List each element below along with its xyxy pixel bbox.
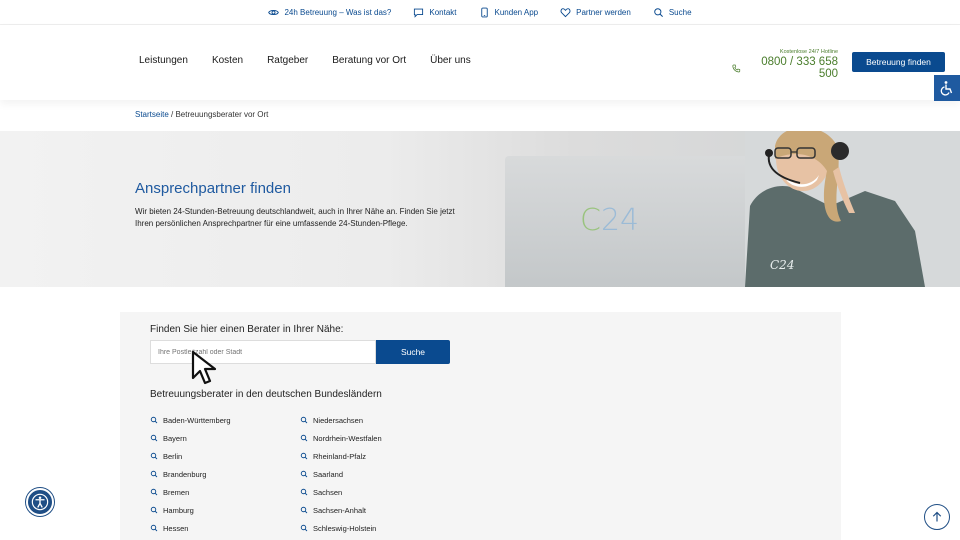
search-icon — [654, 7, 663, 17]
nav-item-ueber-uns[interactable]: Über uns — [430, 55, 471, 66]
state-link-berlin[interactable]: Berlin — [150, 447, 300, 465]
state-link-hessen[interactable]: Hessen — [150, 519, 300, 537]
main-nav: Leistungen Kosten Ratgeber Beratung vor … — [139, 55, 471, 66]
state-label: Brandenburg — [163, 469, 207, 479]
wheelchair-icon — [940, 81, 953, 96]
topbar-item-24h-betreuung[interactable]: 24h Betreuung – Was ist das? — [268, 7, 391, 18]
eye-icon — [268, 9, 280, 15]
topbar-item-label: 24h Betreuung – Was ist das? — [284, 7, 392, 17]
state-link-niedersachsen[interactable]: Niedersachsen — [300, 411, 450, 429]
topbar-item-label: Suche — [668, 7, 692, 17]
breadcrumb-current: Betreuungsberater vor Ort — [175, 110, 269, 119]
search-icon — [150, 470, 158, 478]
state-link-rheinland-pfalz[interactable]: Rheinland-Pfalz — [300, 447, 450, 465]
betreuung-finden-button[interactable]: Betreuung finden — [852, 52, 945, 72]
topbar-item-label: Kontakt — [429, 7, 457, 17]
scroll-to-top-button[interactable] — [924, 504, 950, 530]
search-button[interactable]: Suche — [376, 340, 450, 364]
hero-banner: C24 C24 Ansprechpartner finden Wir biete… — [0, 131, 960, 287]
states-list: Baden-Württemberg Bayern Berlin Brandenb… — [150, 411, 450, 537]
search-icon — [300, 470, 308, 478]
state-link-saarland[interactable]: Saarland — [300, 465, 450, 483]
main-header: Leistungen Kosten Ratgeber Beratung vor … — [0, 25, 960, 100]
state-label: Hessen — [163, 523, 189, 533]
state-link-schleswig-holstein[interactable]: Schleswig-Holstein — [300, 519, 450, 537]
search-icon — [300, 488, 308, 496]
arrow-up-icon — [932, 511, 942, 522]
nav-item-kosten[interactable]: Kosten — [212, 55, 243, 66]
states-title: Betreuungsberater in den deutschen Bunde… — [150, 389, 382, 400]
hotline-number: 0800 / 333 658 500 — [761, 56, 838, 80]
search-icon — [150, 506, 158, 514]
search-icon — [300, 434, 308, 442]
state-label: Berlin — [163, 451, 183, 461]
breadcrumb-home-link[interactable]: Startseite — [135, 110, 169, 119]
hero-description: Wir bieten 24-Stunden-Betreuung deutschl… — [135, 207, 455, 228]
search-icon — [150, 452, 158, 460]
topbar-item-partner-werden[interactable]: Partner werden — [560, 7, 631, 18]
state-link-sachsen[interactable]: Sachsen — [300, 483, 450, 501]
state-link-sachsen-anhalt[interactable]: Sachsen-Anhalt — [300, 501, 450, 519]
svg-text:C24: C24 — [770, 258, 794, 272]
postcode-city-search-input[interactable] — [150, 340, 376, 364]
phone-icon — [732, 64, 741, 72]
search-icon — [300, 416, 308, 424]
search-icon — [150, 416, 158, 424]
mouse-cursor-icon — [191, 350, 217, 385]
accessibility-toggle-button[interactable] — [934, 75, 960, 101]
hero-logo-watermark: C24 — [580, 203, 640, 238]
finder-title: Finden Sie hier einen Berater in Ihrer N… — [150, 324, 344, 335]
state-label: Baden-Württemberg — [163, 415, 231, 425]
state-label: Hamburg — [163, 505, 194, 515]
topbar-item-kunden-app[interactable]: Kunden App — [479, 7, 539, 18]
topbar-item-label: Partner werden — [576, 7, 631, 17]
nav-item-beratung-vor-ort[interactable]: Beratung vor Ort — [332, 55, 406, 66]
state-link-bayern[interactable]: Bayern — [150, 429, 300, 447]
topbar-item-label: Kunden App — [494, 7, 539, 17]
hero-agent-image: C24 — [745, 131, 960, 287]
state-link-nordrhein-westfalen[interactable]: Nordrhein-Westfalen — [300, 429, 450, 447]
state-label: Rheinland-Pfalz — [313, 451, 366, 461]
state-link-bremen[interactable]: Bremen — [150, 483, 300, 501]
hero-title: Ansprechpartner finden — [135, 180, 291, 197]
state-label: Schleswig-Holstein — [313, 523, 377, 533]
nav-item-leistungen[interactable]: Leistungen — [139, 55, 188, 66]
advisor-finder-section: Finden Sie hier einen Berater in Ihrer N… — [120, 312, 841, 540]
search-icon — [300, 524, 308, 532]
accessibility-menu-button[interactable] — [26, 488, 54, 516]
topbar-item-kontakt[interactable]: Kontakt — [413, 7, 457, 18]
state-label: Nordrhein-Westfalen — [313, 433, 382, 443]
hotline-number-row: 0800 / 333 658 500 — [732, 56, 838, 80]
accessibility-person-icon — [31, 493, 49, 511]
topbar-item-suche[interactable]: Suche — [653, 7, 692, 18]
state-link-hamburg[interactable]: Hamburg — [150, 501, 300, 519]
search-icon — [150, 524, 158, 532]
search-icon — [300, 506, 308, 514]
chat-icon — [414, 8, 424, 18]
search-icon — [150, 434, 158, 442]
state-label: Sachsen-Anhalt — [313, 505, 366, 515]
phone-device-icon — [480, 7, 488, 17]
breadcrumb: Startseite / Betreuungsberater vor Ort — [135, 110, 268, 119]
state-label: Niedersachsen — [313, 415, 364, 425]
state-link-brandenburg[interactable]: Brandenburg — [150, 465, 300, 483]
hotline[interactable]: Kostenlose 24/7 Hotline 0800 / 333 658 5… — [732, 49, 838, 80]
search-icon — [300, 452, 308, 460]
heart-icon — [560, 7, 571, 17]
state-link-baden-wuerttemberg[interactable]: Baden-Württemberg — [150, 411, 300, 429]
search-icon — [150, 488, 158, 496]
utility-bar: 24h Betreuung – Was ist das? Kontakt Kun… — [0, 0, 960, 25]
state-label: Saarland — [313, 469, 344, 479]
nav-item-ratgeber[interactable]: Ratgeber — [267, 55, 308, 66]
state-label: Sachsen — [313, 487, 343, 497]
hotline-caption: Kostenlose 24/7 Hotline — [779, 49, 838, 55]
state-label: Bayern — [163, 433, 187, 443]
state-label: Bremen — [163, 487, 190, 497]
